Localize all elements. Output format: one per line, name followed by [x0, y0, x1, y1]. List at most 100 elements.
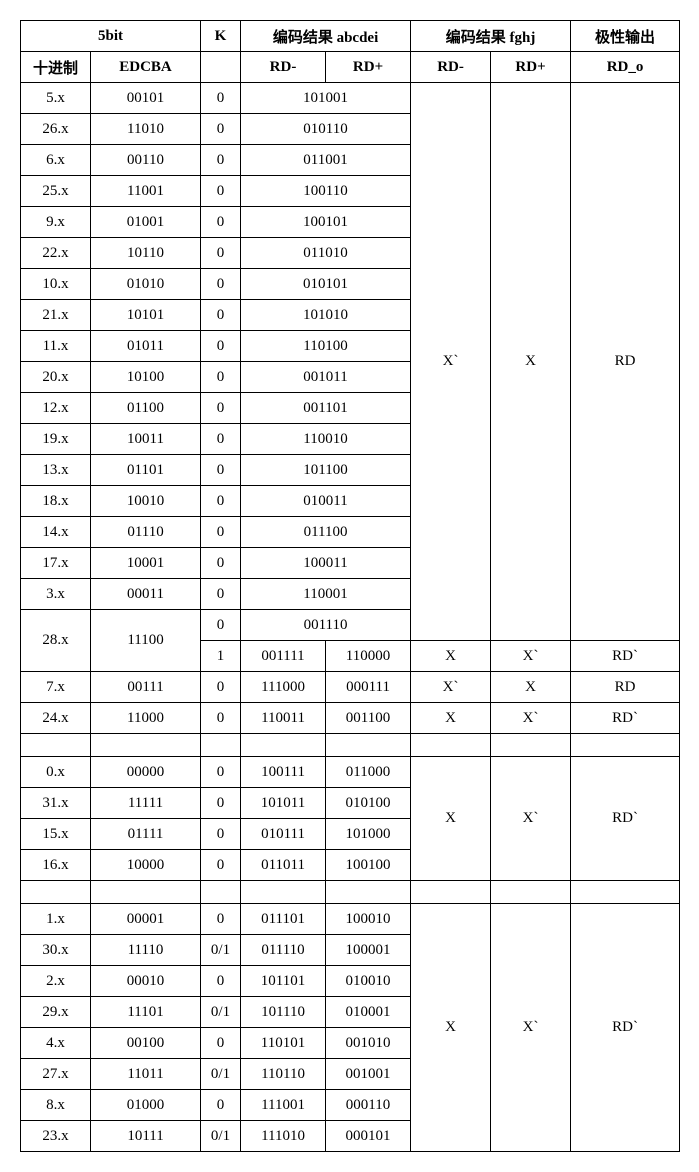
cell: RD` — [571, 904, 680, 1152]
cell: 110101 — [241, 1028, 326, 1059]
cell: 20.x — [21, 362, 91, 393]
cell: 1.x — [21, 904, 91, 935]
cell: 00010 — [91, 966, 201, 997]
header-dec: 十进制 — [21, 52, 91, 83]
header-abcdei: 编码结果 abcdei — [241, 21, 411, 52]
header-polarity: 极性输出 — [571, 21, 680, 52]
cell: 0 — [201, 966, 241, 997]
header-5bit: 5bit — [21, 21, 201, 52]
cell: 0 — [201, 114, 241, 145]
cell: 010001 — [326, 997, 411, 1028]
cell — [491, 881, 571, 904]
cell: 00011 — [91, 579, 201, 610]
cell: 30.x — [21, 935, 91, 966]
cell: X` — [411, 672, 491, 703]
cell: 8.x — [21, 1090, 91, 1121]
cell: 13.x — [21, 455, 91, 486]
cell: 001110 — [241, 610, 411, 641]
cell: 100010 — [326, 904, 411, 935]
cell: 12.x — [21, 393, 91, 424]
cell: 110000 — [326, 641, 411, 672]
cell: 19.x — [21, 424, 91, 455]
header-row-1: 5bit K 编码结果 abcdei 编码结果 fghj 极性输出 — [21, 21, 680, 52]
cell: 14.x — [21, 517, 91, 548]
cell: 0 — [201, 362, 241, 393]
table-row: 7.x001110111000000111X`XRD — [21, 672, 680, 703]
cell: 0/1 — [201, 1059, 241, 1090]
cell: 101000 — [326, 819, 411, 850]
cell — [201, 881, 241, 904]
cell: X — [491, 672, 571, 703]
cell: 100110 — [241, 176, 411, 207]
cell: 101100 — [241, 455, 411, 486]
table-row: 5.x001010101001X`XRD — [21, 83, 680, 114]
cell: 0 — [201, 904, 241, 935]
cell: 29.x — [21, 997, 91, 1028]
table-row — [21, 734, 680, 757]
cell: 0/1 — [201, 997, 241, 1028]
cell: 101011 — [241, 788, 326, 819]
cell: 110011 — [241, 703, 326, 734]
cell: 0 — [201, 517, 241, 548]
cell: 11100 — [91, 610, 201, 672]
cell: 10110 — [91, 238, 201, 269]
cell: 011001 — [241, 145, 411, 176]
cell: 0 — [201, 83, 241, 114]
header-a-rdm: RD- — [241, 52, 326, 83]
table-row: 0.x000000100111011000XX`RD` — [21, 757, 680, 788]
cell: 0/1 — [201, 935, 241, 966]
cell — [326, 734, 411, 757]
cell: 0 — [201, 393, 241, 424]
cell: 001011 — [241, 362, 411, 393]
cell: 11110 — [91, 935, 201, 966]
cell: RD — [571, 83, 680, 641]
cell — [201, 734, 241, 757]
cell: 00100 — [91, 1028, 201, 1059]
header-f-rdm: RD- — [411, 52, 491, 83]
cell: 6.x — [21, 145, 91, 176]
cell: 0/1 — [201, 1121, 241, 1152]
cell: 11000 — [91, 703, 201, 734]
cell: 10101 — [91, 300, 201, 331]
cell: 17.x — [21, 548, 91, 579]
cell — [571, 881, 680, 904]
cell: 111000 — [241, 672, 326, 703]
cell: 16.x — [21, 850, 91, 881]
cell: 01100 — [91, 393, 201, 424]
cell: 23.x — [21, 1121, 91, 1152]
cell: 001100 — [326, 703, 411, 734]
cell: 10000 — [91, 850, 201, 881]
cell: 11010 — [91, 114, 201, 145]
cell: 01011 — [91, 331, 201, 362]
cell: 000111 — [326, 672, 411, 703]
cell: 110110 — [241, 1059, 326, 1090]
cell: 010100 — [326, 788, 411, 819]
cell: 7.x — [21, 672, 91, 703]
cell: 11101 — [91, 997, 201, 1028]
header-row-2: 十进制 EDCBA RD- RD+ RD- RD+ RD_o — [21, 52, 680, 83]
cell: 11111 — [91, 788, 201, 819]
cell: 22.x — [21, 238, 91, 269]
cell: 0 — [201, 703, 241, 734]
cell: X — [411, 757, 491, 881]
cell: 011110 — [241, 935, 326, 966]
cell: 0 — [201, 176, 241, 207]
cell: 27.x — [21, 1059, 91, 1090]
cell: 011101 — [241, 904, 326, 935]
table-body: 5.x001010101001X`XRD26.x1101000101106.x0… — [21, 83, 680, 1152]
encoding-table: 5bit K 编码结果 abcdei 编码结果 fghj 极性输出 十进制 ED… — [20, 20, 680, 1152]
cell: 00110 — [91, 145, 201, 176]
table-row: 1.x000010011101100010XX`RD` — [21, 904, 680, 935]
cell: 101110 — [241, 997, 326, 1028]
cell: 110100 — [241, 331, 411, 362]
cell: X — [411, 904, 491, 1152]
cell — [411, 881, 491, 904]
cell: 10001 — [91, 548, 201, 579]
cell: 111010 — [241, 1121, 326, 1152]
cell: 26.x — [21, 114, 91, 145]
cell: 0 — [201, 819, 241, 850]
header-k-blank — [201, 52, 241, 83]
cell: 0 — [201, 757, 241, 788]
cell: 000110 — [326, 1090, 411, 1121]
cell: 100011 — [241, 548, 411, 579]
